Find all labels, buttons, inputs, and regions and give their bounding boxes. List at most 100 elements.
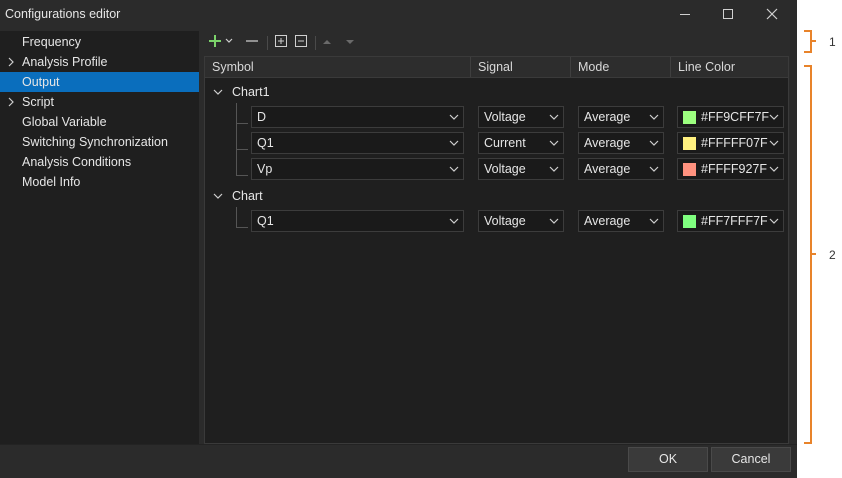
- expand-all-icon: [275, 35, 287, 47]
- chevron-down-icon: [769, 166, 779, 172]
- column-header-line-color[interactable]: Line Color: [671, 57, 788, 77]
- chevron-down-icon[interactable]: [213, 88, 223, 96]
- mode-combo[interactable]: Average: [578, 210, 664, 232]
- signal-value: Voltage: [484, 214, 526, 228]
- chevron-down-icon: [549, 114, 559, 120]
- tree-connector: [236, 207, 237, 227]
- move-down-button[interactable]: [344, 36, 356, 48]
- line-color-combo[interactable]: #FFFFF07F: [677, 132, 784, 154]
- add-button[interactable]: [207, 33, 223, 49]
- dropdown-chevron-icon: [225, 38, 233, 43]
- symbol-value: D: [257, 110, 267, 124]
- sidebar-item-label: Model Info: [22, 175, 81, 189]
- window-title: Configurations editor: [5, 7, 121, 21]
- mode-value: Average: [584, 214, 631, 228]
- sidebar-item-label: Output: [22, 75, 60, 89]
- chevron-down-icon: [449, 114, 459, 120]
- sidebar-item-label: Switching Synchronization: [22, 135, 168, 149]
- tree-connector: [236, 149, 248, 150]
- color-value: #FFFF927F: [701, 162, 767, 176]
- annotation-brackets: [804, 30, 816, 444]
- cancel-button[interactable]: Cancel: [711, 447, 791, 472]
- sidebar-item-label: Global Variable: [22, 115, 107, 129]
- annotation-label-2: 2: [829, 248, 836, 262]
- mode-value: Average: [584, 136, 631, 150]
- move-down-icon: [346, 40, 354, 44]
- collapse-all-button[interactable]: [293, 33, 309, 49]
- remove-button[interactable]: [244, 33, 260, 49]
- column-header-signal[interactable]: Signal: [471, 57, 571, 77]
- line-color-combo[interactable]: #FF7FFF7F: [677, 210, 784, 232]
- color-swatch: [683, 215, 696, 228]
- group-label: Chart1: [232, 85, 270, 99]
- add-icon: [209, 35, 221, 47]
- symbol-combo[interactable]: Vp: [251, 158, 464, 180]
- signal-combo[interactable]: Voltage: [478, 210, 564, 232]
- chevron-right-icon[interactable]: [7, 97, 15, 107]
- annotation-label-1: 1: [829, 35, 836, 49]
- line-color-combo[interactable]: #FF9CFF7F: [677, 106, 784, 128]
- tree-connector: [236, 175, 248, 176]
- table-header: Symbol Signal Mode Line Color: [205, 57, 788, 78]
- color-value: #FF7FFF7F: [701, 214, 768, 228]
- chevron-down-icon: [549, 166, 559, 172]
- sidebar-item-script[interactable]: Script: [0, 92, 199, 112]
- symbol-combo[interactable]: Q1: [251, 210, 464, 232]
- group-row-chart[interactable]: Chart: [205, 186, 788, 206]
- chevron-down-icon: [649, 114, 659, 120]
- sidebar-item-model-info[interactable]: Model Info: [0, 172, 199, 192]
- footer-separator: [0, 444, 797, 445]
- maximize-button[interactable]: [705, 0, 751, 28]
- chevron-down-icon[interactable]: [213, 192, 223, 200]
- sidebar-item-analysis-conditions[interactable]: Analysis Conditions: [0, 152, 199, 172]
- output-table: Symbol Signal Mode Line Color Chart1 D V…: [204, 56, 789, 444]
- column-header-mode[interactable]: Mode: [571, 57, 671, 77]
- sidebar-item-output[interactable]: Output: [0, 72, 199, 92]
- chevron-right-icon[interactable]: [7, 57, 15, 67]
- add-dropdown-button[interactable]: [225, 37, 233, 45]
- signal-combo[interactable]: Current: [478, 132, 564, 154]
- color-value: #FF9CFF7F: [701, 110, 770, 124]
- mode-combo[interactable]: Average: [578, 158, 664, 180]
- toolbar-separator: [315, 36, 316, 50]
- maximize-icon: [723, 9, 733, 19]
- expand-all-button[interactable]: [273, 33, 289, 49]
- line-color-combo[interactable]: #FFFF927F: [677, 158, 784, 180]
- signal-combo[interactable]: Voltage: [478, 106, 564, 128]
- mode-combo[interactable]: Average: [578, 132, 664, 154]
- symbol-value: Vp: [257, 162, 273, 176]
- mode-combo[interactable]: Average: [578, 106, 664, 128]
- sidebar-item-frequency[interactable]: Frequency: [0, 32, 199, 52]
- configurations-editor-window: Configurations editor Frequency Analysis…: [0, 0, 797, 478]
- sidebar-item-label: Script: [22, 95, 54, 109]
- sidebar-item-analysis-profile[interactable]: Analysis Profile: [0, 52, 199, 72]
- collapse-all-icon: [295, 35, 307, 47]
- minimize-button[interactable]: [662, 0, 708, 28]
- chevron-down-icon: [449, 218, 459, 224]
- column-header-symbol[interactable]: Symbol: [205, 57, 471, 77]
- signal-value: Current: [484, 136, 526, 150]
- signal-combo[interactable]: Voltage: [478, 158, 564, 180]
- symbol-combo[interactable]: Q1: [251, 132, 464, 154]
- sidebar-item-switching-synchronization[interactable]: Switching Synchronization: [0, 132, 199, 152]
- move-up-button[interactable]: [321, 36, 333, 48]
- signal-value: Voltage: [484, 162, 526, 176]
- color-swatch: [683, 111, 696, 124]
- chevron-down-icon: [549, 140, 559, 146]
- close-button[interactable]: [749, 0, 795, 28]
- group-row-chart1[interactable]: Chart1: [205, 82, 788, 102]
- chevron-down-icon: [549, 218, 559, 224]
- minimize-icon: [680, 14, 690, 15]
- toolbar-separator: [267, 36, 268, 50]
- sidebar-item-global-variable[interactable]: Global Variable: [0, 112, 199, 132]
- symbol-combo[interactable]: D: [251, 106, 464, 128]
- color-swatch: [683, 137, 696, 150]
- toolbar: [204, 31, 789, 55]
- sidebar-item-label: Frequency: [22, 35, 82, 49]
- tree-connector: [236, 227, 248, 228]
- chevron-down-icon: [649, 218, 659, 224]
- group-label: Chart: [232, 189, 263, 203]
- ok-button[interactable]: OK: [628, 447, 708, 472]
- chevron-down-icon: [449, 166, 459, 172]
- chevron-down-icon: [649, 166, 659, 172]
